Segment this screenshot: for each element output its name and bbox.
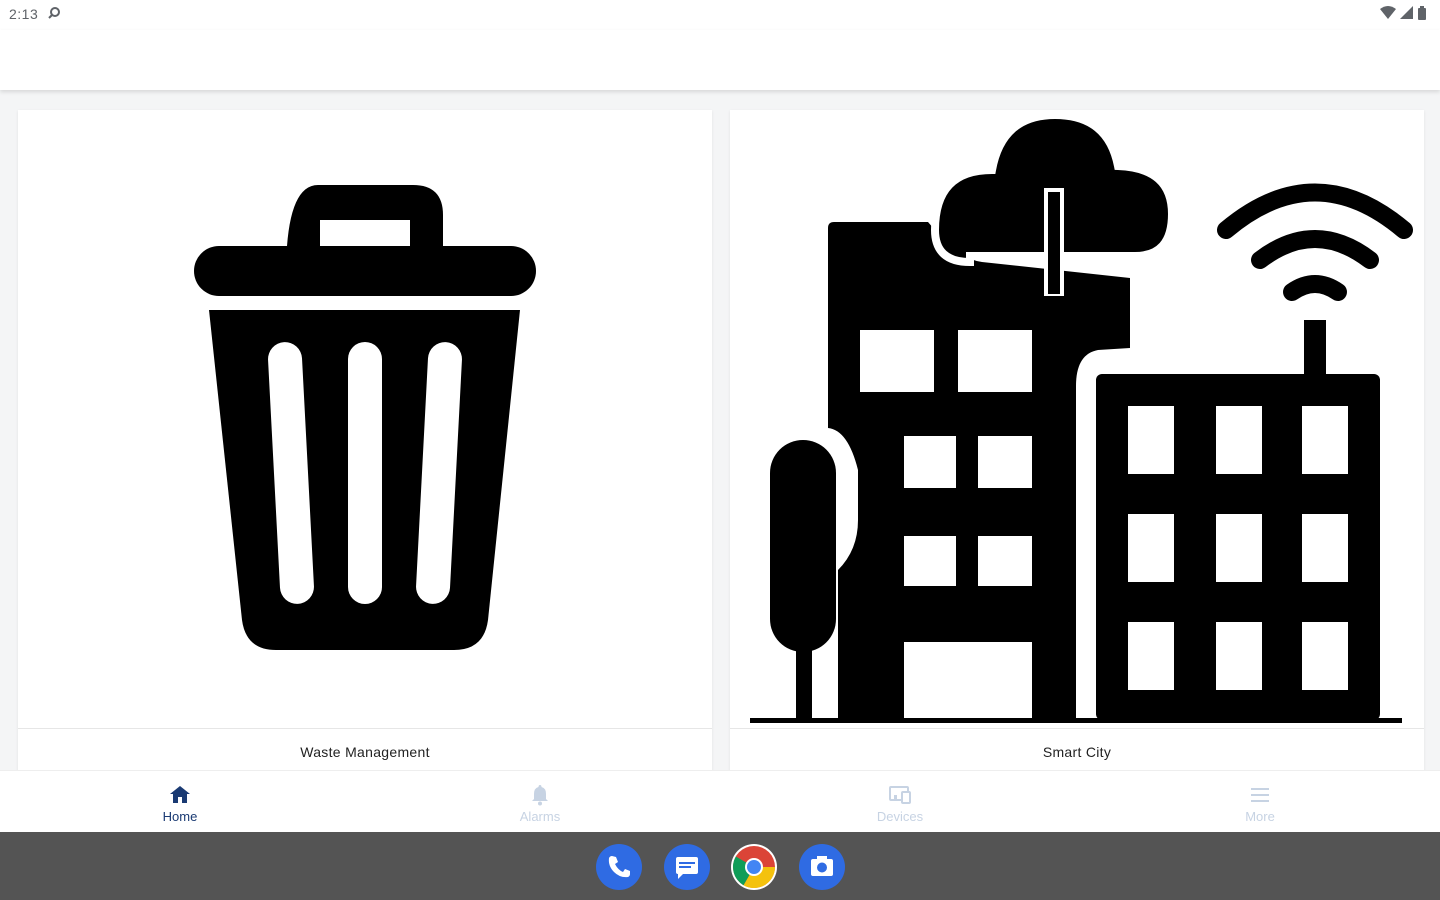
card-label: Smart City <box>1042 744 1112 760</box>
home-icon <box>170 786 190 803</box>
card-waste-management[interactable]: Waste Management <box>18 110 712 770</box>
messages-icon <box>676 857 698 879</box>
nav-label: Devices <box>876 809 924 824</box>
nav-item-devices[interactable]: Devices <box>720 771 1080 833</box>
wifi-icon <box>1380 6 1396 19</box>
chrome-icon <box>732 846 775 889</box>
card-image <box>18 110 712 728</box>
nav-label: Alarms <box>519 809 561 824</box>
camera-app[interactable] <box>799 844 845 890</box>
smart-city-icon <box>750 110 1413 723</box>
menu-icon <box>1251 788 1269 802</box>
card-image <box>730 110 1424 728</box>
phone-app[interactable] <box>596 844 642 890</box>
card-divider <box>730 728 1424 729</box>
trash-can-icon <box>194 185 536 650</box>
devices-icon <box>889 786 911 804</box>
phone-icon <box>608 856 630 878</box>
nav-item-home[interactable]: Home <box>0 771 360 833</box>
nav-label: More <box>1245 809 1275 824</box>
chrome-app[interactable] <box>731 844 777 890</box>
sync-icon <box>48 7 60 19</box>
card-divider <box>18 728 712 729</box>
status-bar: 2:13 <box>0 0 1440 30</box>
system-dock <box>0 832 1440 900</box>
card-label: Waste Management <box>300 744 430 760</box>
battery-icon <box>1418 6 1426 20</box>
messages-app[interactable] <box>664 844 710 890</box>
camera-icon <box>811 856 833 876</box>
nav-item-more[interactable]: More <box>1080 771 1440 833</box>
nav-item-alarms[interactable]: Alarms <box>360 771 720 833</box>
status-time: 2:13 <box>9 6 39 22</box>
status-indicators <box>1380 6 1426 20</box>
signal-icon <box>1400 6 1413 19</box>
bell-icon <box>532 785 548 806</box>
card-smart-city[interactable]: Smart City <box>730 110 1424 770</box>
nav-label: Home <box>162 809 198 824</box>
dashboard-grid: Waste Management Smart City <box>0 92 1440 770</box>
bottom-navigation: Home Alarms Devices More <box>0 770 1440 833</box>
app-bar <box>0 30 1440 90</box>
